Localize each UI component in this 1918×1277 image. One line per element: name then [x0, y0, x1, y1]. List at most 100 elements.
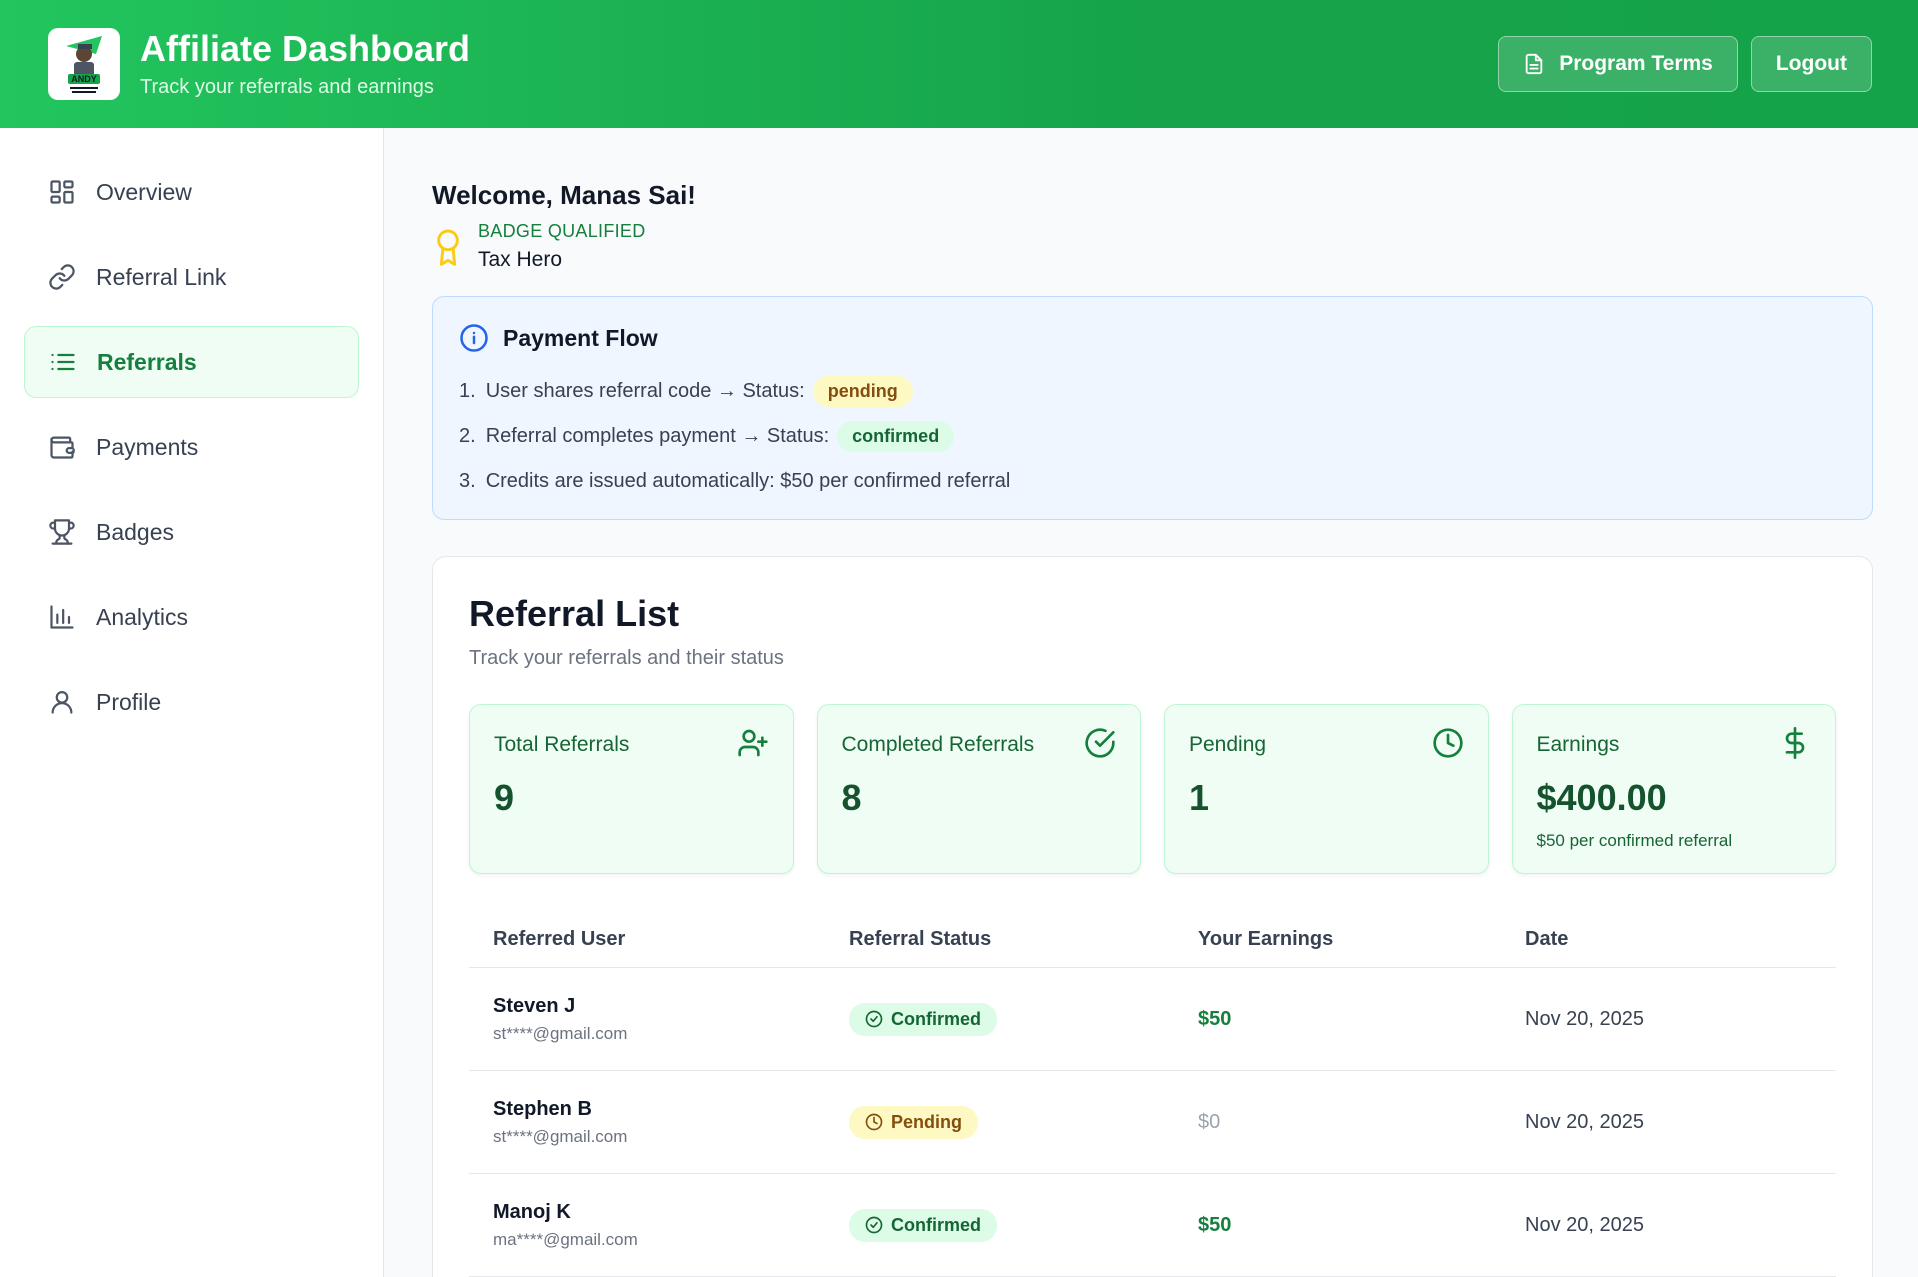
stat-earnings: Earnings $400.00 $50 per confirmed refer… [1511, 704, 1836, 874]
column-header-referred-user: Referred User [493, 928, 626, 950]
referrals-table: Referred User Referral Status Your Earni… [469, 912, 1836, 1277]
referral-list-title: Referral List [469, 593, 680, 634]
app-header: ANDY Affiliate Dashboard Track your refe… [0, 0, 1918, 128]
sidebar-item-label: Badges [96, 518, 175, 545]
flow-step: 3. Credits are issued automatically: $50… [459, 459, 1846, 504]
step-text: Credits are issued automatically: $50 pe… [485, 470, 1011, 492]
badge-name: Tax Hero [478, 248, 563, 271]
user-icon [51, 690, 73, 714]
stat-label: Pending [1189, 733, 1267, 756]
trophy-icon [49, 519, 75, 545]
table-row: Steven J st****@gmail.com Confirmed $50 … [469, 968, 1836, 1071]
grid-icon [50, 180, 74, 204]
welcome-heading: Welcome, Manas Sai! [432, 180, 696, 210]
check-circle-icon [1085, 728, 1115, 758]
stat-value: 9 [494, 777, 515, 818]
payment-flow-title: Payment Flow [503, 324, 658, 351]
check-circle-icon [865, 1216, 883, 1234]
user-plus-icon [737, 729, 768, 757]
sidebar-item-label: Referral Link [96, 263, 227, 290]
status-badge: Confirmed [849, 1002, 997, 1036]
check-circle-icon [865, 1010, 883, 1028]
stat-label: Completed Referrals [841, 733, 1035, 756]
referral-date: Nov 20, 2025 [1525, 1110, 1644, 1133]
column-header-date: Date [1525, 928, 1569, 950]
clock-icon [1432, 728, 1463, 758]
sidebar-item-label: Payments [96, 433, 199, 460]
document-icon [1525, 53, 1543, 75]
sidebar: Overview Referral Link Referrals Payment… [0, 128, 384, 1277]
list-icon [51, 353, 75, 371]
program-terms-label: Program Terms [1559, 52, 1713, 75]
referred-user-email: ma****@gmail.com [493, 1229, 638, 1249]
main-content: Welcome, Manas Sai! BADGE QUALIFIED Tax … [384, 128, 1918, 1277]
brand-logo: ANDY [48, 28, 120, 100]
referred-user-name: Manoj K [493, 1200, 571, 1223]
sidebar-item-badges[interactable]: Badges [24, 496, 359, 568]
referred-user-email: st****@gmail.com [493, 1023, 628, 1043]
referred-user-name: Stephen B [493, 1097, 592, 1120]
logout-button[interactable]: Logout [1750, 36, 1872, 92]
info-icon [460, 324, 488, 352]
referral-list-subtitle: Track your referrals and their status [469, 647, 784, 669]
status-badge-confirmed: confirmed [837, 421, 955, 452]
mascot-logo-icon: ANDY [52, 32, 116, 96]
stat-pending: Pending 1 [1164, 704, 1489, 874]
sidebar-item-overview[interactable]: Overview [24, 156, 359, 228]
payment-flow-panel: Payment Flow 1. User shares referral cod… [432, 296, 1873, 520]
step-number: 1. [459, 380, 476, 402]
sidebar-item-label: Profile [96, 688, 162, 715]
stat-total-referrals: Total Referrals 9 [469, 704, 794, 874]
referral-list-card: Referral List Track your referrals and t… [432, 556, 1873, 1277]
flow-step: 2. Referral completes payment → Status: … [459, 414, 1846, 459]
program-terms-button[interactable]: Program Terms [1498, 36, 1738, 92]
sidebar-item-profile[interactable]: Profile [24, 666, 359, 738]
bar-chart-icon [50, 605, 74, 629]
table-row: Stephen B st****@gmail.com Pending $0 No… [469, 1071, 1836, 1174]
svg-text:ANDY: ANDY [71, 74, 97, 84]
flow-step: 1. User shares referral code → Status: p… [459, 369, 1846, 414]
stat-label: Total Referrals [494, 733, 630, 756]
link-icon [49, 264, 75, 290]
earnings-value: $50 [1198, 1007, 1232, 1030]
status-badge: Confirmed [849, 1208, 997, 1242]
sidebar-item-label: Overview [96, 178, 192, 205]
referral-date: Nov 20, 2025 [1525, 1213, 1644, 1236]
status-text: Confirmed [891, 1008, 981, 1029]
sidebar-item-analytics[interactable]: Analytics [24, 581, 359, 653]
sidebar-item-label: Referrals [97, 348, 197, 375]
step-number: 3. [459, 470, 476, 492]
stat-label: Earnings [1536, 733, 1620, 756]
stat-completed-referrals: Completed Referrals 8 [816, 704, 1141, 874]
status-text: Confirmed [891, 1214, 981, 1235]
referral-date: Nov 20, 2025 [1525, 1007, 1644, 1030]
status-text: Pending [891, 1111, 962, 1132]
wallet-icon [50, 436, 75, 459]
sidebar-item-payments[interactable]: Payments [24, 411, 359, 483]
clock-icon [865, 1113, 883, 1131]
table-row: Manoj K ma****@gmail.com Confirmed $50 N… [469, 1174, 1836, 1277]
referred-user-name: Steven J [493, 994, 576, 1017]
column-header-your-earnings: Your Earnings [1198, 928, 1334, 950]
sidebar-item-referrals[interactable]: Referrals [24, 326, 359, 398]
logout-label: Logout [1775, 52, 1847, 75]
earnings-value: $0 [1198, 1110, 1221, 1133]
badge-qualified-label: BADGE QUALIFIED [478, 221, 646, 241]
award-icon [437, 229, 459, 266]
step-text: Referral completes payment → Status: [485, 425, 830, 447]
column-header-referral-status: Referral Status [849, 928, 992, 950]
earnings-value: $50 [1198, 1213, 1232, 1236]
step-number: 2. [459, 425, 476, 447]
stats-row: Total Referrals 9 Completed Referrals 8 … [469, 704, 1836, 874]
step-text: User shares referral code → Status: [485, 380, 805, 402]
status-badge-pending: pending [812, 376, 913, 407]
app-subtitle: Track your referrals and earnings [140, 76, 434, 99]
stat-note: $50 per confirmed referral [1536, 831, 1733, 850]
app-title: Affiliate Dashboard [140, 27, 471, 69]
sidebar-item-referral-link[interactable]: Referral Link [24, 241, 359, 313]
stat-value: 1 [1189, 777, 1210, 818]
table-header: Referred User Referral Status Your Earni… [469, 912, 1836, 968]
sidebar-item-label: Analytics [96, 603, 189, 630]
dollar-icon [1785, 727, 1805, 759]
stat-value: 8 [841, 777, 862, 818]
